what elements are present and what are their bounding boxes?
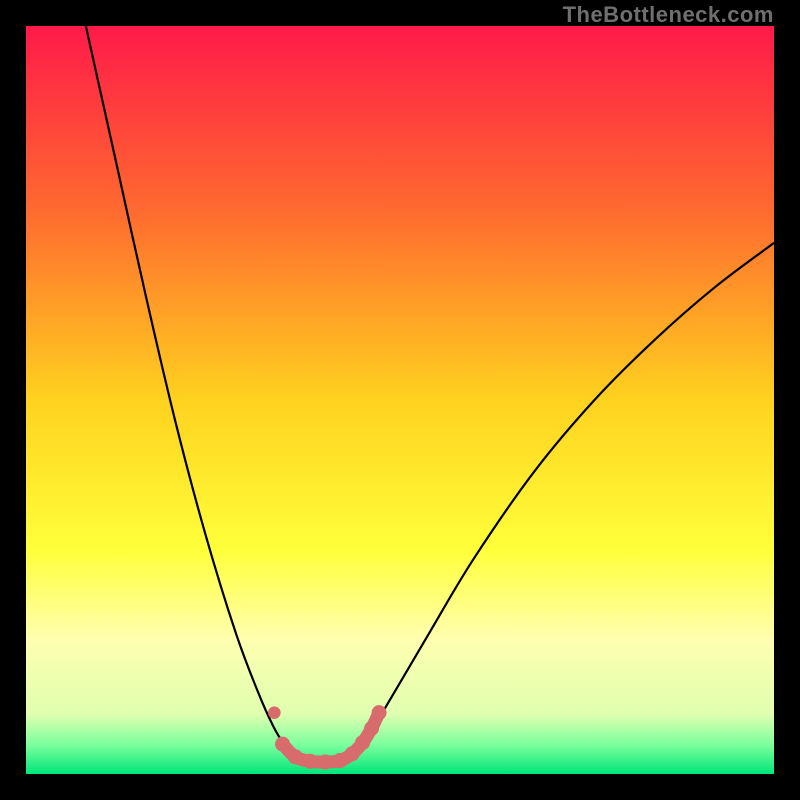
watermark-label: TheBottleneck.com (563, 2, 774, 28)
chart-canvas (26, 26, 774, 774)
highlight-dot (275, 737, 290, 752)
highlight-dot (355, 735, 370, 750)
highlight-dot (318, 755, 333, 770)
highlight-dot (364, 721, 379, 736)
highlight-dot (345, 746, 360, 761)
highlight-dot (372, 705, 387, 720)
highlight-dot (268, 706, 281, 719)
plot-background (26, 26, 774, 774)
highlight-dot (288, 749, 303, 764)
chart-frame: TheBottleneck.com (0, 0, 800, 800)
highlight-dot (303, 754, 318, 769)
